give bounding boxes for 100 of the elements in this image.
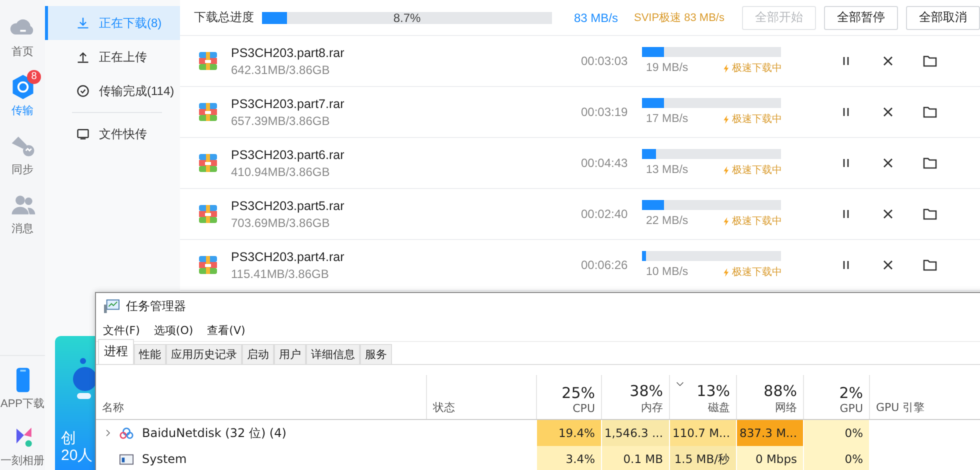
column-header[interactable]: CPU <box>572 402 595 415</box>
column-header[interactable]: GPU 引擎 <box>876 400 925 415</box>
file-name: PS3CH203.part8.rar <box>231 46 346 60</box>
column-header[interactable]: 网络 <box>775 400 797 415</box>
promo-text: 20人 <box>61 447 93 464</box>
status-text: 极速下载中 <box>732 164 782 177</box>
tab[interactable]: 用户 <box>274 344 306 364</box>
table-cell: 837.3 M... <box>736 420 803 446</box>
table-cell: 1,546.3 ... <box>601 420 669 446</box>
process-name: System <box>142 452 187 466</box>
lightning-icon <box>723 268 730 276</box>
progress-percent: 8.7% <box>393 10 421 24</box>
download-speed: 10 MB/s <box>645 266 688 278</box>
table-cell: 0% <box>803 446 869 470</box>
rail-item[interactable]: 8 传输 <box>0 73 45 118</box>
menu-item[interactable]: 文件(F) <box>103 322 140 338</box>
nav-item[interactable]: 正在上传 <box>45 40 180 74</box>
monitor-chart-icon <box>103 298 120 314</box>
download-icon <box>76 16 90 30</box>
file-size: 642.31MB/3.86GB <box>231 62 331 76</box>
column-header[interactable]: GPU <box>840 402 863 415</box>
nav-item[interactable]: 传输完成(114) <box>45 74 180 108</box>
archive-file-icon <box>198 255 218 275</box>
rail-item[interactable]: 一刻相册 <box>0 423 45 468</box>
table-cell: 3.4% <box>536 446 601 470</box>
tab[interactable]: 性能 <box>134 344 166 364</box>
toolbar-button[interactable]: 全部取消 <box>906 6 980 30</box>
download-speed: 13 MB/s <box>645 164 688 176</box>
status-text: 极速下载中 <box>732 62 782 75</box>
process-name: BaiduNetdisk (32 位) (4) <box>142 424 286 442</box>
time-remaining: 00:06:26 <box>581 258 629 272</box>
svip-speed-text: SVIP极速 83 MB/s <box>634 11 726 25</box>
tab[interactable]: 应用历史记录 <box>166 344 242 364</box>
tab[interactable]: 启动 <box>242 344 274 364</box>
column-percent: 13% <box>696 382 730 400</box>
folder-icon[interactable] <box>922 206 938 222</box>
window-app-icon <box>119 452 134 466</box>
monitor-icon <box>76 127 90 141</box>
tab[interactable]: 详细信息 <box>306 344 360 364</box>
table-cell: 0% <box>803 420 869 446</box>
rail-item[interactable]: 同步 <box>0 132 45 177</box>
total-progress-label: 下载总进度 <box>194 9 255 26</box>
lightning-icon <box>723 64 730 72</box>
lightning-icon <box>723 114 730 124</box>
cloud-app-icon <box>119 426 134 440</box>
file-size: 410.94MB/3.86GB <box>231 164 331 178</box>
column-header[interactable]: 磁盘 <box>708 400 730 415</box>
rail-item[interactable]: 消息 <box>0 191 45 236</box>
archive-file-icon <box>198 51 218 71</box>
table-cell: 0 Mbps <box>736 446 803 470</box>
tab[interactable]: 进程 <box>98 339 134 364</box>
column-header[interactable]: 名称 <box>102 400 124 415</box>
time-remaining: 00:03:19 <box>581 105 629 119</box>
table-cell: 1.5 MB/秒 <box>669 446 736 470</box>
count-badge: 8 <box>27 70 41 84</box>
file-name: PS3CH203.part5.rar <box>231 198 346 212</box>
window-title: 任务管理器 <box>126 298 186 314</box>
column-percent: 38% <box>630 382 663 400</box>
nav-item[interactable]: 文件快传 <box>45 117 180 151</box>
tab[interactable]: 服务 <box>360 344 392 364</box>
time-remaining: 00:02:40 <box>581 207 629 221</box>
file-size: 115.41MB/3.86GB <box>231 266 330 280</box>
menu-item[interactable]: 选项(O) <box>154 322 194 338</box>
expand-chevron-icon[interactable] <box>105 428 111 438</box>
toolbar-button[interactable]: 全部暂停 <box>824 6 898 30</box>
table-cell: 0.1 MB <box>601 446 669 470</box>
folder-icon[interactable] <box>922 257 938 273</box>
column-percent: 25% <box>562 384 595 402</box>
menu-item[interactable]: 查看(V) <box>207 322 246 338</box>
table-cell: 19.4% <box>536 420 601 446</box>
download-speed: 17 MB/s <box>645 113 688 125</box>
column-header[interactable]: 内存 <box>641 400 663 415</box>
lightning-icon <box>723 166 730 174</box>
lightning-icon <box>723 216 730 226</box>
column-percent: 2% <box>839 384 863 402</box>
archive-file-icon <box>198 153 218 173</box>
folder-icon[interactable] <box>922 104 938 120</box>
speed-text: 83 MB/s <box>574 10 620 24</box>
time-remaining: 00:03:03 <box>581 54 629 68</box>
download-speed: 22 MB/s <box>645 215 688 227</box>
folder-icon[interactable] <box>922 155 938 171</box>
archive-file-icon <box>198 102 218 122</box>
column-header[interactable]: 状态 <box>433 400 455 415</box>
status-text: 极速下载中 <box>732 266 782 279</box>
file-name: PS3CH203.part7.rar <box>231 96 346 110</box>
column-percent: 88% <box>764 382 797 400</box>
file-name: PS3CH203.part6.rar <box>231 148 346 162</box>
promo-text: 创 <box>61 430 76 447</box>
table-cell: 110.7 M... <box>669 420 736 446</box>
rail-item[interactable]: APP下载 <box>0 366 45 411</box>
upload-icon <box>76 50 90 64</box>
folder-icon[interactable] <box>922 53 938 69</box>
download-speed: 19 MB/s <box>645 62 688 74</box>
file-size: 657.39MB/3.86GB <box>231 114 331 128</box>
rail-item[interactable]: 首页 <box>0 14 45 59</box>
status-text: 极速下载中 <box>732 112 782 126</box>
file-size: 703.69MB/3.86GB <box>231 216 331 230</box>
check-circle-icon <box>76 84 90 98</box>
status-text: 极速下载中 <box>732 214 782 228</box>
file-name: PS3CH203.part4.rar <box>231 250 346 264</box>
